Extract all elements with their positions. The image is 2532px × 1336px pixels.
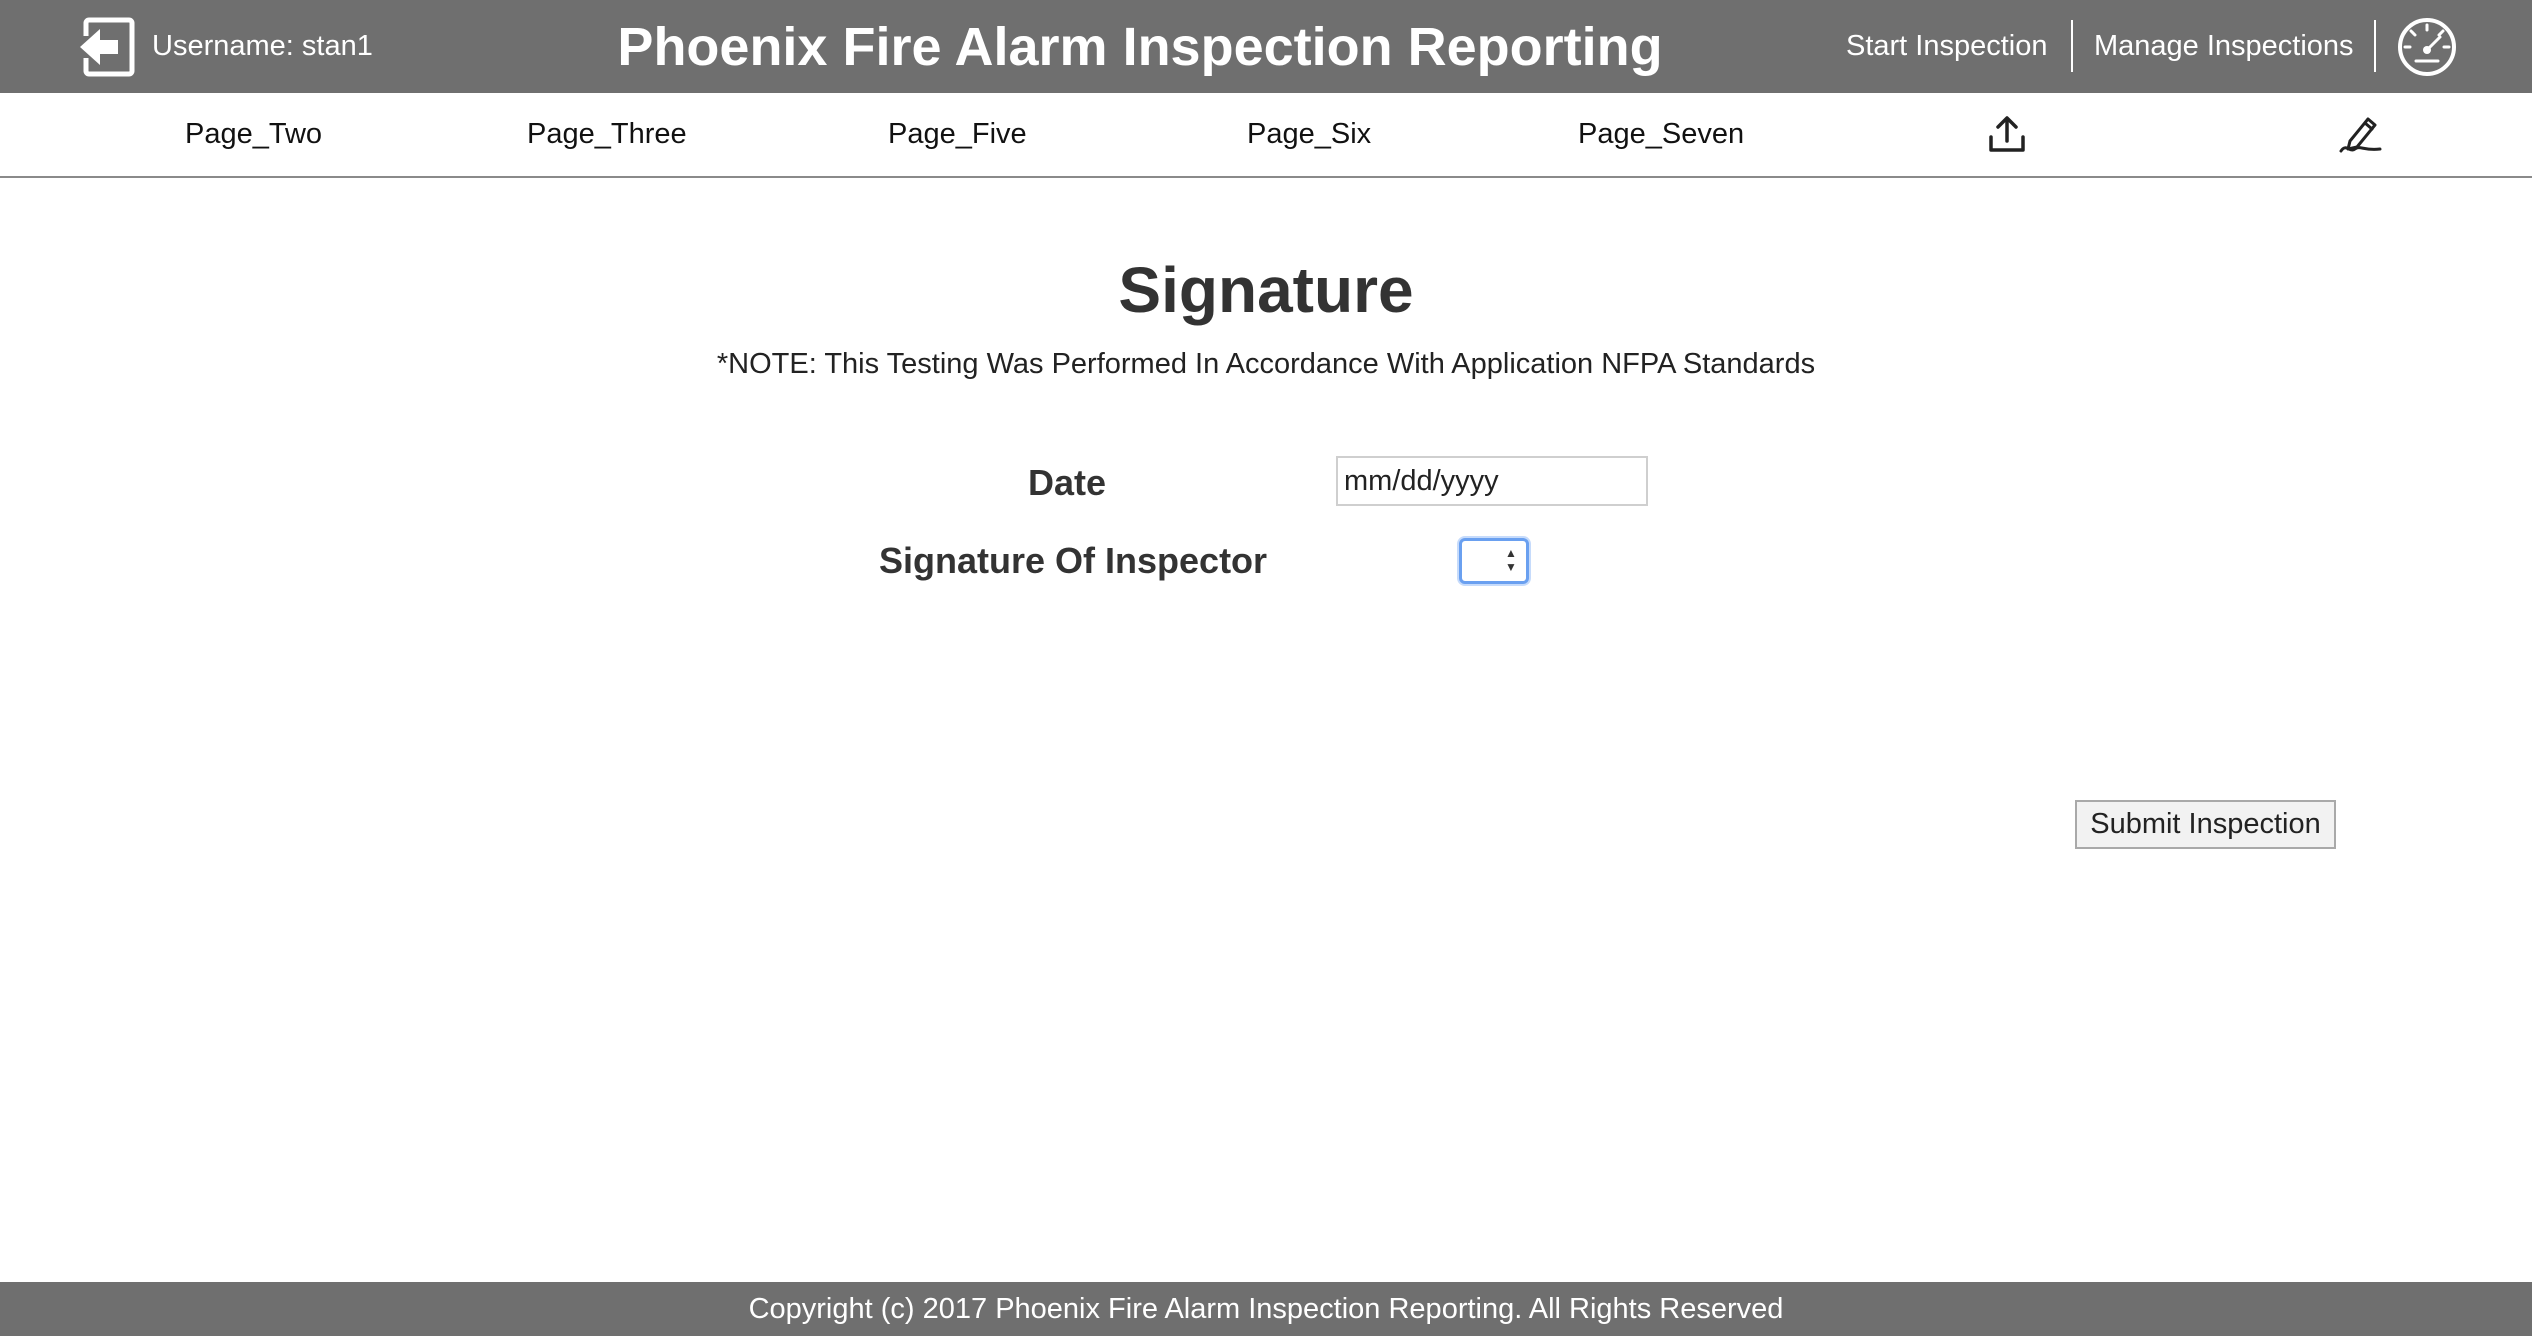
footer-copyright: Copyright (c) 2017 Phoenix Fire Alarm In… — [0, 1282, 2532, 1336]
signature-select[interactable]: ▲ ▼ — [1459, 538, 1529, 584]
nav-page-six[interactable]: Page_Six — [1247, 115, 1371, 153]
top-bar: Username: stan1 Phoenix Fire Alarm Inspe… — [0, 0, 2532, 93]
signature-pen-icon[interactable] — [2338, 113, 2382, 155]
date-field[interactable] — [1336, 456, 1648, 506]
username-label: Username: stan1 — [152, 30, 373, 62]
logout-icon[interactable] — [76, 16, 138, 78]
page-title: Signature — [1118, 254, 1414, 326]
nav-page-five[interactable]: Page_Five — [888, 115, 1027, 153]
speedometer-icon[interactable] — [2396, 16, 2458, 78]
nfpa-note: *NOTE: This Testing Was Performed In Acc… — [716, 348, 1816, 380]
submit-inspection-button[interactable]: Submit Inspection — [2075, 800, 2336, 849]
header-divider — [2374, 20, 2376, 72]
manage-inspections-link[interactable]: Manage Inspections — [2094, 27, 2354, 65]
nav-page-two[interactable]: Page_Two — [185, 115, 322, 153]
header-divider — [2071, 20, 2073, 72]
nav-page-three[interactable]: Page_Three — [527, 115, 687, 153]
start-inspection-link[interactable]: Start Inspection — [1846, 27, 2048, 65]
nav-page-seven[interactable]: Page_Seven — [1578, 115, 1744, 153]
page-nav-bar: Page_Two Page_Three Page_Five Page_Six P… — [0, 93, 2532, 178]
signature-label: Signature Of Inspector — [879, 540, 1268, 581]
select-arrows-icon: ▲ ▼ — [1505, 546, 1517, 574]
app-title: Phoenix Fire Alarm Inspection Reporting — [617, 17, 1663, 77]
upload-icon[interactable] — [1986, 113, 2028, 155]
date-label: Date — [1028, 462, 1107, 503]
